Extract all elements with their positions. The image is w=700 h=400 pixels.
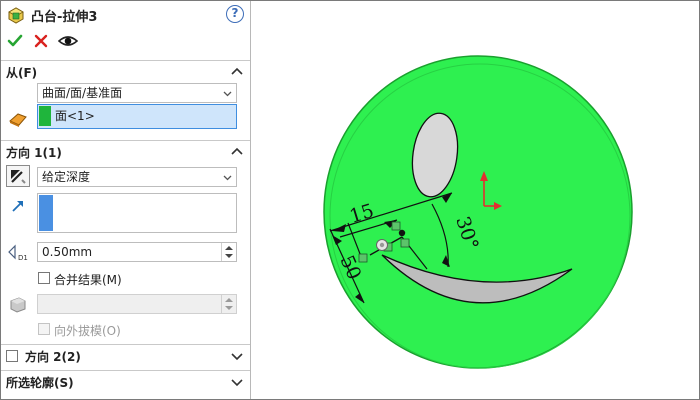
svg-text:D1: D1: [18, 254, 28, 262]
from-section-header[interactable]: 从(F): [1, 61, 250, 83]
draft-outward-checkbox: [38, 323, 50, 335]
draft-outward-label: 向外拔模(O): [54, 324, 121, 338]
contours-section-title: 所选轮廓(S): [6, 376, 74, 390]
depth-input[interactable]: 0.50mm: [37, 242, 237, 262]
help-button[interactable]: ?: [226, 5, 244, 23]
draft-angle-input: [37, 294, 237, 314]
draft-icon: [8, 295, 28, 313]
selection-color-swatch: [39, 106, 51, 126]
start-condition-select[interactable]: 曲面/面/基准面: [37, 83, 237, 103]
contours-section-header[interactable]: 所选轮廓(S): [1, 371, 250, 393]
merge-result-label[interactable]: 合并结果(M): [54, 271, 122, 288]
chevron-up-icon[interactable]: [230, 145, 244, 159]
surface-select-icon: [8, 109, 28, 129]
close-icon: [34, 34, 48, 48]
direction2-section-header[interactable]: 方向 2(2): [1, 345, 250, 367]
depth-spinner[interactable]: [221, 243, 236, 261]
reverse-direction-icon: [11, 170, 26, 184]
end-condition-select[interactable]: 给定深度: [37, 167, 237, 187]
start-condition-value: 曲面/面/基准面: [42, 86, 123, 100]
ok-button[interactable]: [6, 32, 24, 50]
chevron-down-icon[interactable]: [230, 349, 244, 363]
check-icon: [7, 34, 23, 47]
draft-angle-spinner: [221, 295, 236, 313]
merge-result-checkbox[interactable]: [38, 272, 50, 284]
property-manager: 凸台-拉伸3 ? 从(F) 曲面/面/基准面 面<1> 方向 1(1) 给定深度…: [1, 1, 251, 399]
direction-reference-swatch: [39, 195, 53, 231]
from-section-title: 从(F): [6, 66, 38, 80]
preview-button[interactable]: [57, 32, 79, 50]
depth-dimension-icon: D1: [7, 244, 31, 262]
reverse-direction-button[interactable]: [6, 165, 30, 187]
face-selection-item[interactable]: 面<1>: [55, 107, 95, 124]
feature-boss-icon: [7, 6, 25, 24]
chevron-down-icon: [223, 91, 232, 97]
face-selection-list[interactable]: 面<1>: [37, 104, 237, 129]
direction-arrow-icon: [10, 198, 26, 214]
chevron-down-icon[interactable]: [230, 375, 244, 389]
cancel-button[interactable]: [32, 32, 50, 50]
chevron-down-icon: [223, 175, 232, 181]
chevron-up-icon[interactable]: [230, 65, 244, 79]
depth-value: 0.50mm: [42, 245, 93, 259]
direction1-section-title: 方向 1(1): [6, 146, 62, 160]
panel-title: 凸台-拉伸3: [31, 10, 98, 25]
end-condition-value: 给定深度: [42, 170, 91, 184]
help-icon: ?: [231, 6, 239, 20]
graphics-viewport[interactable]: 15 30° 50: [252, 1, 699, 399]
eye-icon: [57, 36, 79, 46]
direction-reference-list[interactable]: [37, 193, 237, 233]
direction2-section-title: 方向 2(2): [25, 350, 81, 364]
direction2-checkbox[interactable]: [6, 350, 18, 362]
model-view[interactable]: 15 30° 50: [252, 1, 699, 399]
direction1-section-header[interactable]: 方向 1(1): [1, 141, 250, 163]
